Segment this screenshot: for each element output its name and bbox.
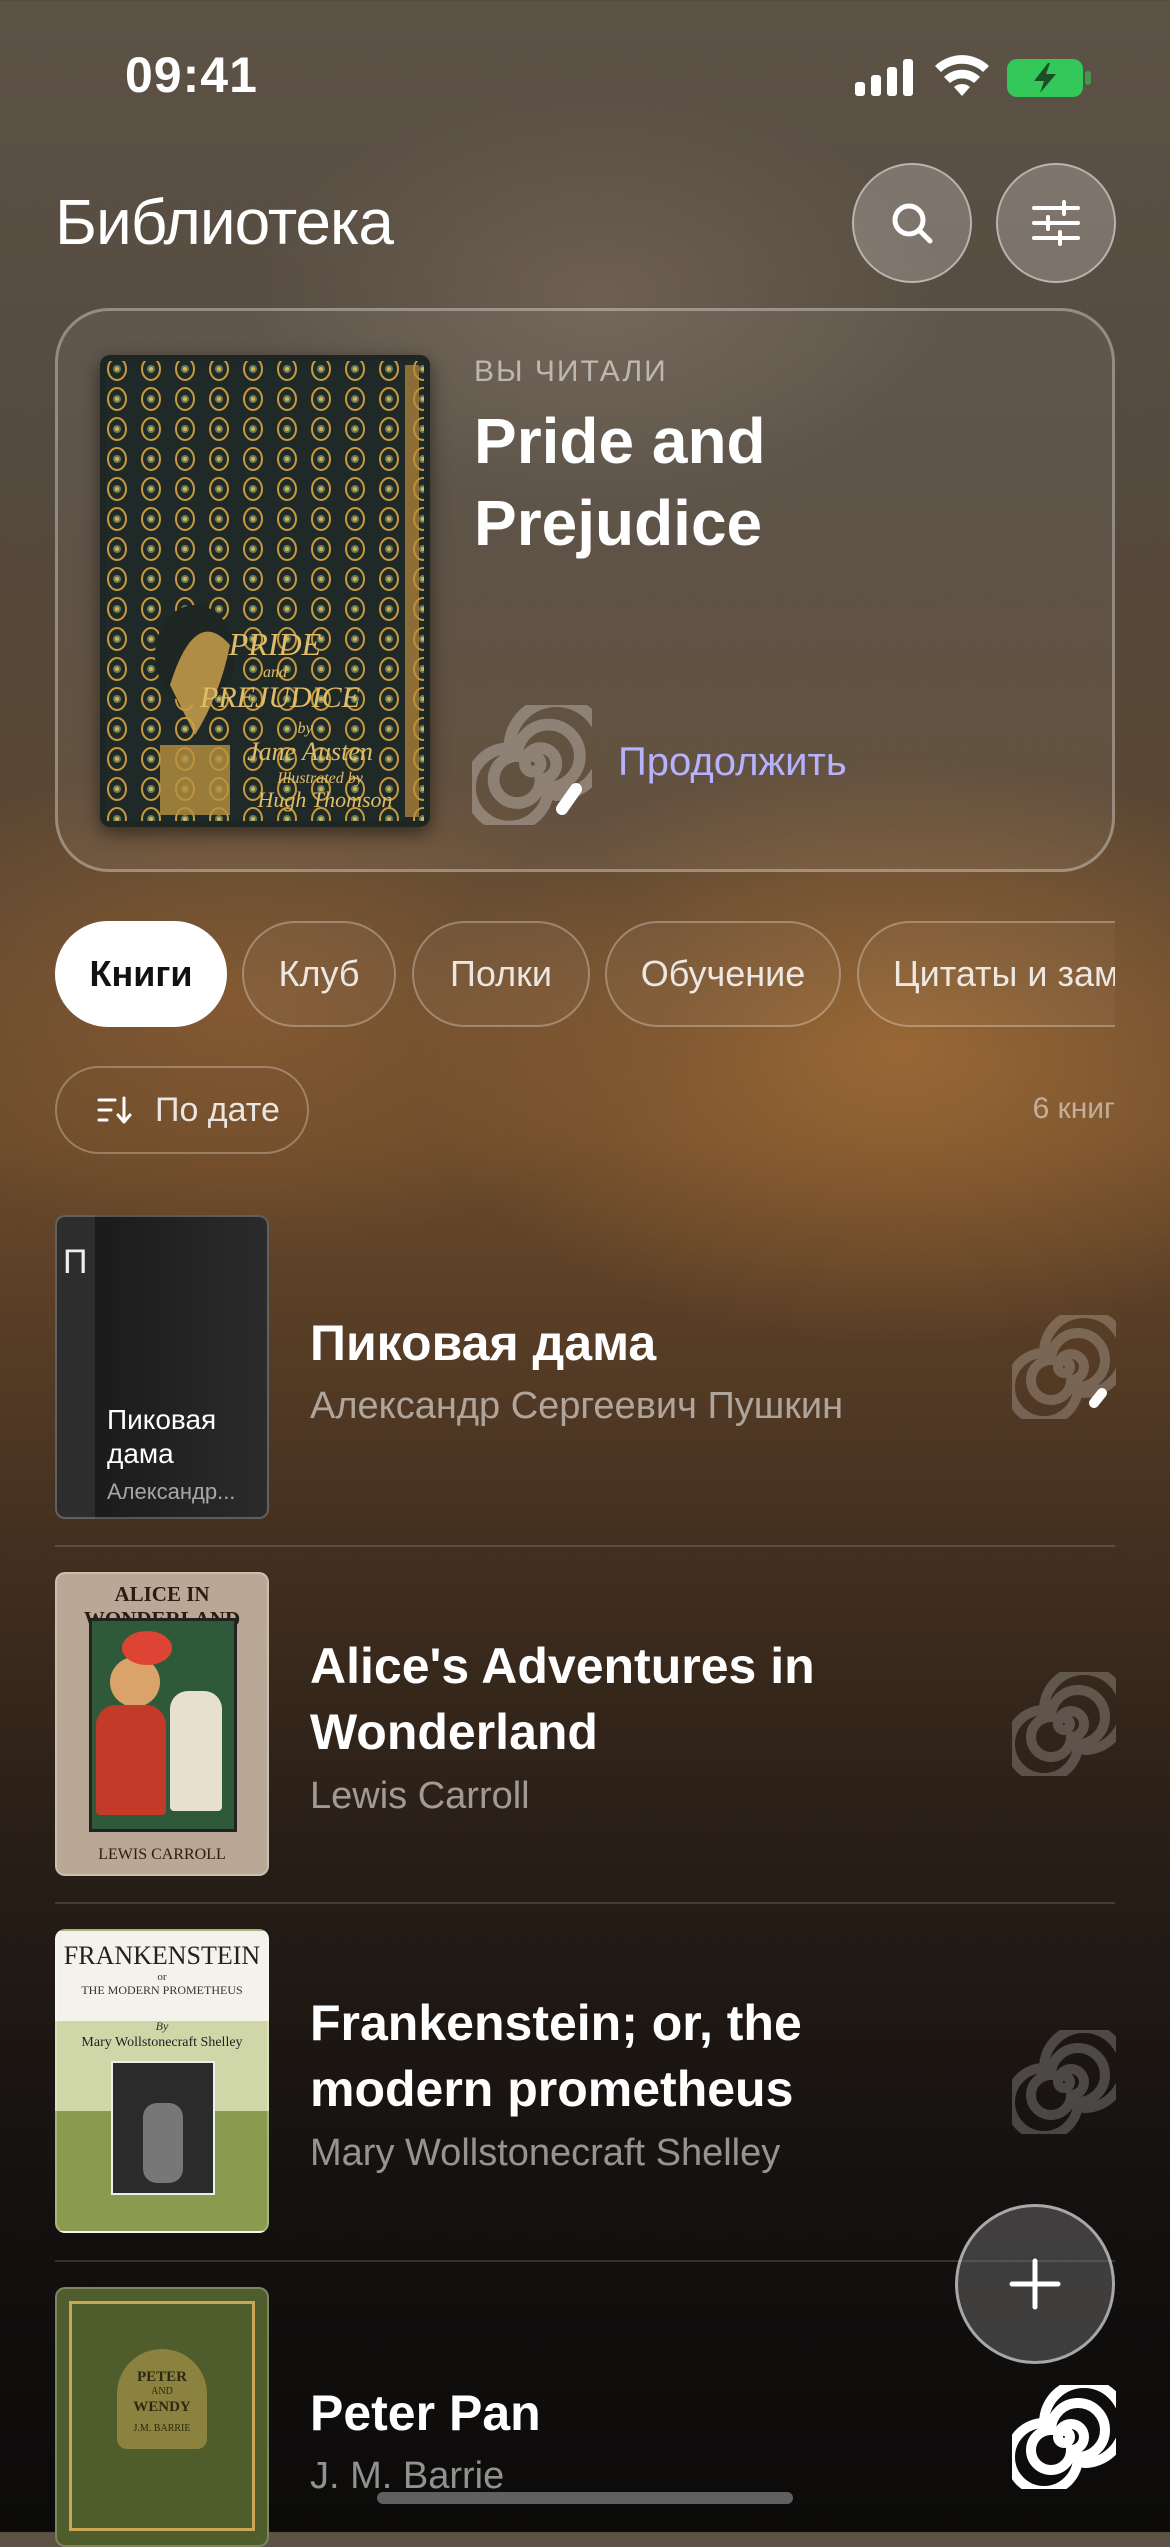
cover-by: by	[297, 720, 313, 737]
continue-reading-link[interactable]: Продолжить	[618, 740, 847, 785]
tab-quotes[interactable]: Цитаты и заметки	[857, 921, 1115, 1027]
book-title[interactable]: Alice's Adventures in Wonderland	[310, 1633, 960, 1765]
book-cover[interactable]: ALICE IN WONDERLAND LEWIS CARROLL	[55, 1572, 269, 1876]
spiral-icon	[1012, 2030, 1116, 2134]
tab-books[interactable]: Книги	[55, 921, 227, 1027]
cover-author: Александр...	[107, 1479, 236, 1504]
filter-sliders-icon	[1032, 200, 1080, 246]
spiral-icon	[1012, 1672, 1116, 1776]
sort-label: По дате	[155, 1090, 280, 1129]
cover-title-line1: PRIDE	[228, 626, 322, 662]
cover-subtitle: THE MODERN PROMETHEUS	[81, 1983, 243, 1997]
page-title: Библиотека	[55, 186, 394, 258]
spiral-icon	[1012, 2385, 1116, 2489]
book-count: 6 книг	[1032, 1092, 1115, 1125]
add-book-button[interactable]	[955, 2204, 1115, 2364]
book-author: Mary Wollstonecraft Shelley	[310, 2132, 781, 2174]
home-indicator	[377, 2492, 793, 2504]
spiral-progress-icon	[1012, 1315, 1116, 1419]
tab-learning[interactable]: Обучение	[605, 921, 841, 1027]
cover-title-line2: and	[263, 664, 288, 681]
cover-by: By	[155, 2019, 169, 2033]
recent-book-cover[interactable]: PRIDE and PREJUDICE by Jane Austen Illus…	[100, 355, 430, 827]
recent-label: ВЫ ЧИТАЛИ	[474, 355, 668, 388]
cover-illustrator: Hugh Thomson	[256, 787, 392, 812]
divider	[55, 2260, 1115, 2262]
cover-illustration	[111, 2061, 215, 2195]
cover-line2: AND	[151, 2386, 173, 2397]
cover-bottom: LEWIS CARROLL	[98, 1846, 226, 1863]
book-cover[interactable]: П Пиковая дама Александр...	[55, 1215, 269, 1519]
book-title[interactable]: Пиковая дама	[310, 1310, 960, 1376]
tab-bar: Книги Клуб Полки Обучение Цитаты и замет…	[0, 900, 1115, 1050]
peacock-cover-art: PRIDE and PREJUDICE by Jane Austen Illus…	[100, 355, 430, 827]
cover-line3: WENDY	[133, 2399, 191, 2415]
cellular-signal-icon	[855, 58, 915, 96]
spiral-progress-icon	[472, 705, 592, 825]
filter-button[interactable]	[996, 163, 1116, 283]
battery-charging-icon	[1007, 59, 1091, 97]
book-author: Lewis Carroll	[310, 1775, 530, 1817]
recent-book-title: Pride and Prejudice	[474, 405, 766, 559]
search-button[interactable]	[852, 163, 972, 283]
cover-title-line3: PREJUDICE	[199, 681, 360, 714]
cover-glyph: П	[63, 1243, 88, 1281]
wifi-icon	[935, 55, 989, 96]
cover-top: FRANKENSTEIN	[63, 1941, 261, 1970]
cover-line4: J.M. BARRIE	[133, 2423, 191, 2434]
search-icon	[892, 203, 933, 244]
cover-author: Mary Wollstonecraft Shelley	[81, 2035, 243, 2050]
divider	[55, 1902, 1115, 1904]
cover-illustrated: Illustrated by	[276, 770, 364, 787]
cover-title: Пиковая дама	[107, 1404, 217, 1469]
tab-club[interactable]: Клуб	[242, 921, 396, 1027]
book-title[interactable]: Frankenstein; or, the modern prometheus	[310, 1990, 960, 2122]
book-cover[interactable]: FRANKENSTEIN or THE MODERN PROMETHEUS By…	[55, 1929, 269, 2233]
cover-illustration	[89, 1618, 237, 1832]
sort-icon	[97, 1096, 132, 1124]
tab-shelves[interactable]: Полки	[412, 921, 590, 1027]
plus-icon	[1009, 2258, 1061, 2310]
book-title[interactable]: Peter Pan	[310, 2380, 960, 2446]
cover-line1: PETER	[136, 2369, 187, 2385]
status-time: 09:41	[125, 47, 258, 103]
divider	[55, 1545, 1115, 1547]
book-cover[interactable]: PETER AND WENDY J.M. BARRIE	[55, 2287, 269, 2547]
sort-button[interactable]: По дате	[55, 1066, 309, 1154]
cover-sub-or: or	[157, 1971, 167, 1983]
book-author: Александр Сергеевич Пушкин	[310, 1385, 844, 1427]
cover-author: Jane Austen	[247, 737, 373, 766]
